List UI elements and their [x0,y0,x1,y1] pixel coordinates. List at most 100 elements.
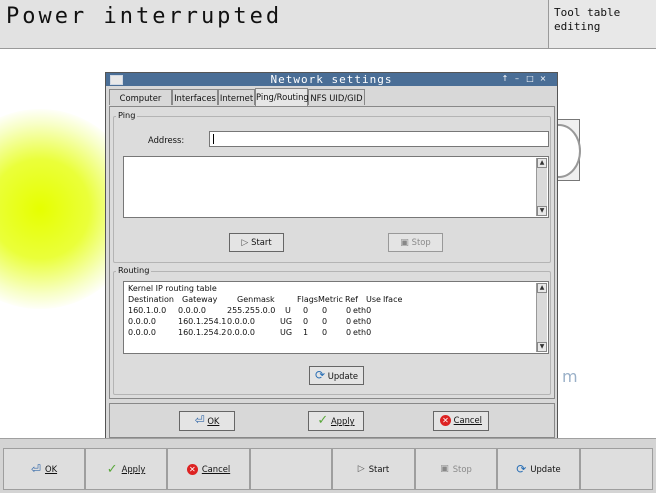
cell-use: 0 [346,328,352,337]
header-bar: Power interrupted Tool table editing [0,0,656,49]
cell-metric: 0 [303,317,309,326]
background-text: m [562,367,578,386]
column-ref: Ref [345,295,358,304]
cell-use: 0 [346,306,352,315]
tab-ping-routing[interactable]: Ping/Routing [255,88,309,106]
mode-title: Power interrupted [6,4,283,29]
cell-destination: 160.1.0.0 [128,306,167,315]
refresh-icon: ⟳ [516,462,527,476]
column-gateway: Gateway [182,295,218,304]
softkey-start[interactable]: ▷ Start [332,448,415,490]
ping-output-scrollbar[interactable]: ▲ ▼ [536,158,547,216]
routing-group-label: Routing [116,265,152,275]
start-button[interactable]: ▷ Start [229,233,284,252]
cell-genmask: 0.0.0.0 [227,328,255,337]
dialog-title: Network settings [270,73,393,86]
cell-flags: UG [280,317,293,326]
stop-button-label: Stop [411,237,431,247]
cell-ref: 0 [322,328,328,337]
minimize-icon[interactable]: – [512,74,522,84]
cancel-x-icon: ✕ [439,415,451,426]
raise-icon[interactable]: ↑ [500,74,510,84]
column-destination: Destination [128,295,174,304]
apply-button-label: Apply [330,416,355,426]
routing-row: 0.0.0.0 160.1.254.2 0.0.0.0 UG 1 0 0 eth… [128,328,528,339]
cell-genmask: 255.255.0.0 [227,306,276,315]
update-button[interactable]: ⟳ Update [309,366,364,385]
cell-ref: 0 [322,306,328,315]
stop-icon: ▣ [400,238,412,248]
cell-destination: 0.0.0.0 [128,317,156,326]
cell-iface: eth0 [353,328,372,337]
column-metric: Metric [318,295,343,304]
ok-button-label: OK [207,416,220,426]
tab-nfs-uid-gid[interactable]: NFS UID/GID [308,89,365,105]
network-settings-dialog: Network settings ↑ – □ × Computer name I… [105,72,558,442]
softkey-empty[interactable] [580,448,653,490]
routing-row: 160.1.0.0 0.0.0.0 255.255.0.0 U 0 0 0 et… [128,306,528,317]
tab-computer-name[interactable]: Computer name [109,89,172,119]
softkey-update-label: Update [530,464,561,474]
softkey-cancel-label: Cancel [201,464,231,474]
ping-routing-panel: Ping Address: ▲ ▼ ▷ Start ▣ Stop Routing [109,106,555,399]
routing-table-scrollbar[interactable]: ▲ ▼ [536,283,547,352]
enter-arrow-icon: ⏎ [194,413,205,427]
play-icon: ▷ [357,464,365,474]
side-mode-title: Tool table editing [548,0,656,48]
cell-iface: eth0 [353,306,372,315]
cancel-button-label: Cancel [453,415,483,425]
cell-genmask: 0.0.0.0 [227,317,255,326]
column-iface: Iface [383,295,403,304]
column-genmask: Genmask [237,295,275,304]
scroll-up-icon[interactable]: ▲ [537,283,547,293]
cell-gateway: 160.1.254.1 [178,317,227,326]
tab-interfaces[interactable]: Interfaces [172,89,218,105]
cell-gateway: 160.1.254.2 [178,328,227,337]
address-input[interactable] [209,131,549,147]
softkey-apply[interactable]: ✓ Apply [85,448,167,490]
ok-button[interactable]: ⏎ OK [179,411,235,431]
softkey-empty[interactable] [250,448,332,490]
cell-gateway: 0.0.0.0 [178,306,206,315]
softkey-stop[interactable]: ▣ Stop [415,448,497,490]
tab-internet[interactable]: Internet [218,89,255,105]
update-button-label: Update [327,371,359,381]
routing-table[interactable]: Kernel IP routing table Destination Gate… [123,281,549,354]
stop-icon: ▣ [440,464,449,474]
play-icon: ▷ [241,238,252,248]
text-caret [213,134,214,144]
softkey-cancel[interactable]: ✕ Cancel [167,448,250,490]
apply-button[interactable]: ✓ Apply [308,411,364,431]
stop-button[interactable]: ▣ Stop [388,233,443,252]
routing-group: Routing Kernel IP routing table Destinat… [113,265,551,395]
cancel-x-icon: ✕ [186,463,198,475]
softkey-ok-label: OK [44,464,58,474]
cell-metric: 0 [303,306,309,315]
routing-header-row: Destination Gateway Genmask Flags Metric… [128,295,528,306]
scroll-down-icon[interactable]: ▼ [537,342,547,352]
cell-flags: UG [280,328,293,337]
maximize-icon[interactable]: □ [525,74,535,84]
checkmark-icon: ✓ [106,461,118,477]
column-flags: Flags [297,295,318,304]
start-button-label: Start [251,237,272,247]
ping-group-label: Ping [116,110,138,120]
cell-ref: 0 [322,317,328,326]
refresh-icon: ⟳ [314,368,326,382]
cell-use: 0 [346,317,352,326]
softkey-update[interactable]: ⟳ Update [497,448,580,490]
softkey-ok[interactable]: ⏎ OK [3,448,85,490]
softkey-start-label: Start [368,464,390,474]
cancel-button[interactable]: ✕ Cancel [433,411,489,431]
close-icon[interactable]: × [538,74,548,84]
address-label: Address: [148,135,185,145]
cell-metric: 1 [303,328,309,337]
softkey-apply-label: Apply [121,464,146,474]
ping-output[interactable]: ▲ ▼ [123,156,549,218]
cell-destination: 0.0.0.0 [128,328,156,337]
dialog-titlebar[interactable]: Network settings ↑ – □ × [106,73,557,86]
scroll-up-icon[interactable]: ▲ [537,158,547,168]
routing-table-title: Kernel IP routing table [128,284,217,293]
dialog-button-bar: ⏎ OK ✓ Apply ✕ Cancel [109,403,555,438]
scroll-down-icon[interactable]: ▼ [537,206,547,216]
